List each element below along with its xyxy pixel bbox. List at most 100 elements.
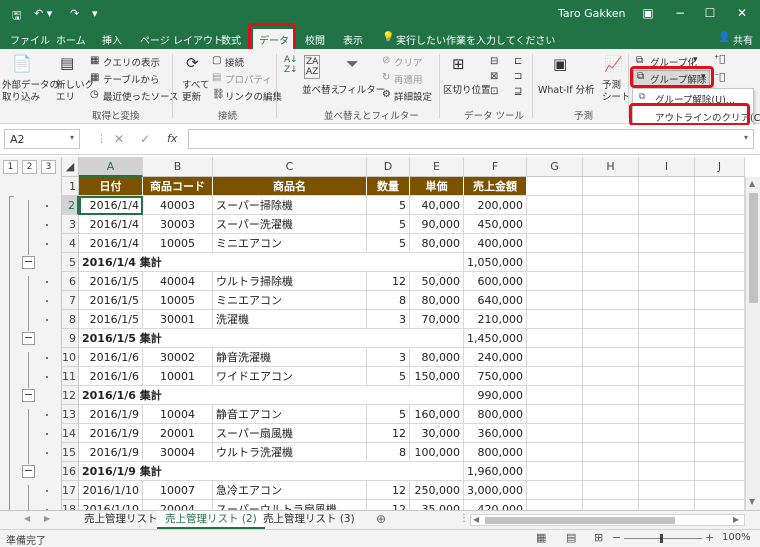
data-cell[interactable]: 2016/1/5 [79,272,143,291]
data-cell[interactable]: 2016/1/6 [79,348,143,367]
data-cell[interactable]: 10001 [143,367,213,386]
data-cell[interactable] [639,310,695,329]
data-cell[interactable] [639,500,695,510]
undo-icon[interactable]: ↶ ▾ [34,7,52,20]
col-header-g[interactable]: G [527,157,583,177]
refresh-all-button[interactable]: すべて 更新 [182,80,209,104]
data-cell[interactable]: 5 [367,367,410,386]
data-cell[interactable]: 12 [367,481,410,500]
data-cell[interactable]: 20001 [143,424,213,443]
empty-cell[interactable] [695,177,745,196]
show-detail-icon[interactable]: ⁺⃞ [714,54,725,65]
row-header-4[interactable]: 4 [62,234,79,253]
data-cell[interactable] [695,462,745,481]
col-header-h[interactable]: H [583,157,639,177]
data-cell[interactable] [695,386,745,405]
data-cell[interactable]: 40003 [143,196,213,215]
data-cell[interactable]: 10007 [143,481,213,500]
scroll-right-icon[interactable]: ▶ [733,515,739,524]
whatif-button[interactable]: What-If 分析 [538,82,595,96]
outline-level-1-button[interactable]: 1 [3,160,18,174]
data-cell[interactable]: 10005 [143,234,213,253]
data-cell[interactable]: 800,000 [464,443,527,462]
vertical-scroll-thumb[interactable] [749,193,758,303]
row-header-5[interactable]: 5 [62,253,79,272]
group-button[interactable]: グループ化 [650,55,697,69]
data-cell[interactable]: 2016/1/4 [79,215,143,234]
data-cell[interactable]: 8 [367,291,410,310]
data-cell[interactable] [639,196,695,215]
data-cell[interactable]: 600,000 [464,272,527,291]
data-cell[interactable]: 420,000 [464,500,527,510]
data-cell[interactable]: 2016/1/6 [79,367,143,386]
data-cell[interactable]: 30,000 [410,424,464,443]
close-icon[interactable]: ✕ [732,6,752,20]
data-cell[interactable] [639,291,695,310]
data-cell[interactable]: ミニエアコン [213,291,367,310]
data-cell[interactable] [695,234,745,253]
data-cell[interactable] [583,196,639,215]
tab-home[interactable]: ホーム [56,32,86,47]
data-cell[interactable] [583,329,639,348]
external-data-button[interactable]: 外部データの 取り込み [2,80,59,104]
col-header-e[interactable]: E [410,157,464,177]
data-cell[interactable]: 30001 [143,310,213,329]
scroll-up-icon[interactable]: ▲ [749,179,755,188]
data-cell[interactable] [527,310,583,329]
row-header-1[interactable]: 1 [62,177,79,196]
data-cell[interactable] [639,462,695,481]
data-cell[interactable] [695,443,745,462]
row-header-10[interactable]: 10 [62,348,79,367]
empty-cell[interactable] [583,177,639,196]
data-cell[interactable]: 70,000 [410,310,464,329]
col-header-b[interactable]: B [143,157,213,177]
data-cell[interactable]: 30004 [143,443,213,462]
data-cell[interactable]: 5 [367,215,410,234]
outline-level-2-button[interactable]: 2 [22,160,37,174]
data-cell[interactable]: 3 [367,310,410,329]
outline-level-3-button[interactable]: 3 [41,160,56,174]
sort-button[interactable]: 並べ替え [302,82,340,96]
page-layout-view-icon[interactable]: ▤ [566,531,576,544]
data-cell[interactable]: 5 [367,405,410,424]
normal-view-icon[interactable]: ▦ [536,531,546,544]
data-cell[interactable]: 2016/1/9 [79,424,143,443]
hide-detail-icon[interactable]: ⁻⃞ [714,72,725,83]
data-cell[interactable] [695,424,745,443]
data-cell[interactable] [583,386,639,405]
tab-view[interactable]: 表示 [343,32,363,47]
data-cell[interactable] [583,310,639,329]
data-cell[interactable]: 10005 [143,291,213,310]
collapse-group-button[interactable]: − [22,389,35,402]
qat-menu-icon[interactable]: ▾ [92,7,98,20]
data-cell[interactable] [583,462,639,481]
ungroup-button[interactable]: グループ解除 [650,72,706,86]
row-header-17[interactable]: 17 [62,481,79,500]
data-cell[interactable] [639,443,695,462]
data-cell[interactable]: 200,000 [464,196,527,215]
data-tools-small-icons[interactable]: ⊟ ⊠ ⊡ [490,54,498,99]
tab-split-icon[interactable]: ⋮ [459,513,469,524]
from-table-button[interactable]: テーブルから [103,72,159,86]
data-cell[interactable]: 2016/1/9 [79,405,143,424]
data-cell[interactable] [527,329,583,348]
data-cell[interactable]: 160,000 [410,405,464,424]
data-cell[interactable]: 2016/1/5 [79,310,143,329]
data-cell[interactable]: 2016/1/9 [79,443,143,462]
data-cell[interactable] [639,424,695,443]
forecast-sheet-button[interactable]: 予測 シート [602,80,631,104]
header-cell[interactable]: 売上金額 [464,177,527,196]
data-cell[interactable]: 12 [367,272,410,291]
data-cell[interactable]: 240,000 [464,348,527,367]
data-cell[interactable]: 210,000 [464,310,527,329]
collapse-group-button[interactable]: − [22,256,35,269]
data-cell[interactable] [527,234,583,253]
cancel-icon[interactable]: ✕ [114,132,124,146]
zoom-level[interactable]: 100% [722,532,751,543]
tab-page-layout[interactable]: ページ レイアウト [140,32,223,47]
data-cell[interactable] [527,196,583,215]
data-cell[interactable] [695,367,745,386]
data-cell[interactable] [527,253,583,272]
data-cell[interactable] [639,348,695,367]
header-cell[interactable]: 日付 [79,177,143,196]
